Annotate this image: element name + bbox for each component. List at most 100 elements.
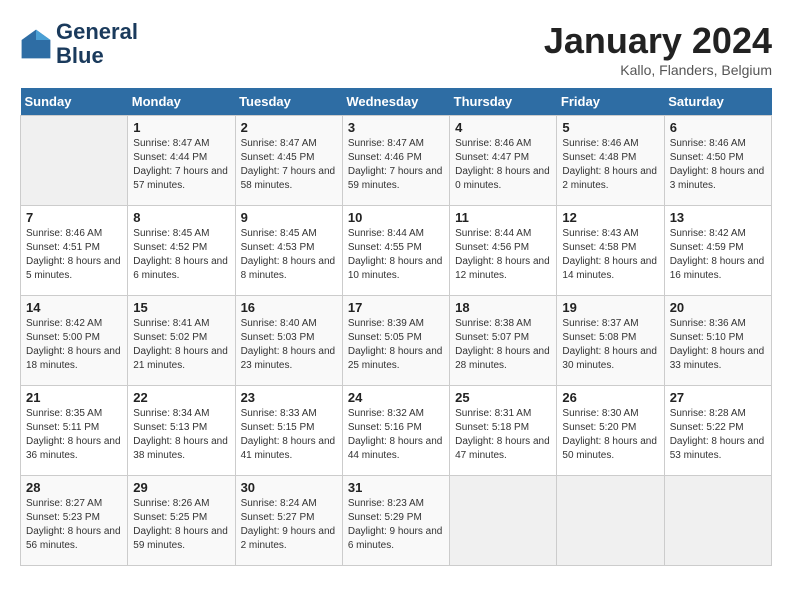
calendar-cell: 22 Sunrise: 8:34 AMSunset: 5:13 PMDayligh… <box>128 386 235 476</box>
day-info: Sunrise: 8:36 AMSunset: 5:10 PMDaylight:… <box>670 317 766 373</box>
weekday-header-cell: Wednesday <box>342 88 449 116</box>
calendar-table: SundayMondayTuesdayWednesdayThursdayFrid… <box>20 88 772 566</box>
page-header: General Blue January 2024 Kallo, Flander… <box>20 20 772 78</box>
calendar-cell: 31 Sunrise: 8:23 AMSunset: 5:29 PMDayligh… <box>342 476 449 566</box>
day-info: Sunrise: 8:45 AMSunset: 4:52 PMDaylight:… <box>133 227 229 283</box>
location: Kallo, Flanders, Belgium <box>544 62 772 78</box>
day-info: Sunrise: 8:32 AMSunset: 5:16 PMDaylight:… <box>348 407 444 463</box>
day-info: Sunrise: 8:40 AMSunset: 5:03 PMDaylight:… <box>241 317 337 373</box>
day-number: 7 <box>26 210 122 225</box>
day-number: 17 <box>348 300 444 315</box>
weekday-header-row: SundayMondayTuesdayWednesdayThursdayFrid… <box>21 88 772 116</box>
day-info: Sunrise: 8:47 AMSunset: 4:44 PMDaylight:… <box>133 137 229 193</box>
day-number: 5 <box>562 120 658 135</box>
day-info: Sunrise: 8:42 AMSunset: 5:00 PMDaylight:… <box>26 317 122 373</box>
day-number: 11 <box>455 210 551 225</box>
day-number: 20 <box>670 300 766 315</box>
day-info: Sunrise: 8:46 AMSunset: 4:50 PMDaylight:… <box>670 137 766 193</box>
day-info: Sunrise: 8:28 AMSunset: 5:22 PMDaylight:… <box>670 407 766 463</box>
day-number: 9 <box>241 210 337 225</box>
day-info: Sunrise: 8:39 AMSunset: 5:05 PMDaylight:… <box>348 317 444 373</box>
day-info: Sunrise: 8:27 AMSunset: 5:23 PMDaylight:… <box>26 497 122 553</box>
calendar-cell: 9 Sunrise: 8:45 AMSunset: 4:53 PMDaylight… <box>235 206 342 296</box>
day-number: 28 <box>26 480 122 495</box>
day-number: 24 <box>348 390 444 405</box>
weekday-header-cell: Thursday <box>450 88 557 116</box>
day-info: Sunrise: 8:44 AMSunset: 4:56 PMDaylight:… <box>455 227 551 283</box>
day-info: Sunrise: 8:34 AMSunset: 5:13 PMDaylight:… <box>133 407 229 463</box>
day-number: 10 <box>348 210 444 225</box>
calendar-cell: 10 Sunrise: 8:44 AMSunset: 4:55 PMDayligh… <box>342 206 449 296</box>
day-info: Sunrise: 8:41 AMSunset: 5:02 PMDaylight:… <box>133 317 229 373</box>
day-info: Sunrise: 8:44 AMSunset: 4:55 PMDaylight:… <box>348 227 444 283</box>
day-info: Sunrise: 8:37 AMSunset: 5:08 PMDaylight:… <box>562 317 658 373</box>
weekday-header-cell: Friday <box>557 88 664 116</box>
calendar-cell <box>450 476 557 566</box>
day-info: Sunrise: 8:24 AMSunset: 5:27 PMDaylight:… <box>241 497 337 553</box>
calendar-cell: 14 Sunrise: 8:42 AMSunset: 5:00 PMDayligh… <box>21 296 128 386</box>
day-number: 16 <box>241 300 337 315</box>
calendar-cell: 29 Sunrise: 8:26 AMSunset: 5:25 PMDayligh… <box>128 476 235 566</box>
day-number: 31 <box>348 480 444 495</box>
logo: General Blue <box>20 20 138 68</box>
day-info: Sunrise: 8:26 AMSunset: 5:25 PMDaylight:… <box>133 497 229 553</box>
calendar-cell: 28 Sunrise: 8:27 AMSunset: 5:23 PMDayligh… <box>21 476 128 566</box>
calendar-cell: 5Sunrise: 8:46 AMSunset: 4:48 PMDaylight… <box>557 116 664 206</box>
day-number: 15 <box>133 300 229 315</box>
day-number: 4 <box>455 120 551 135</box>
day-number: 6 <box>670 120 766 135</box>
day-info: Sunrise: 8:47 AMSunset: 4:46 PMDaylight:… <box>348 137 444 193</box>
calendar-cell <box>557 476 664 566</box>
day-info: Sunrise: 8:46 AMSunset: 4:47 PMDaylight:… <box>455 137 551 193</box>
day-info: Sunrise: 8:47 AMSunset: 4:45 PMDaylight:… <box>241 137 337 193</box>
logo-text: General Blue <box>56 20 138 68</box>
calendar-cell: 18Sunrise: 8:38 AMSunset: 5:07 PMDayligh… <box>450 296 557 386</box>
calendar-cell: 7 Sunrise: 8:46 AMSunset: 4:51 PMDaylight… <box>21 206 128 296</box>
calendar-cell <box>664 476 771 566</box>
calendar-cell: 13 Sunrise: 8:42 AMSunset: 4:59 PMDayligh… <box>664 206 771 296</box>
calendar-body: 1 Sunrise: 8:47 AMSunset: 4:44 PMDaylight… <box>21 116 772 566</box>
calendar-week-row: 28 Sunrise: 8:27 AMSunset: 5:23 PMDayligh… <box>21 476 772 566</box>
calendar-cell: 1 Sunrise: 8:47 AMSunset: 4:44 PMDaylight… <box>128 116 235 206</box>
day-info: Sunrise: 8:43 AMSunset: 4:58 PMDaylight:… <box>562 227 658 283</box>
calendar-cell: 6 Sunrise: 8:46 AMSunset: 4:50 PMDaylight… <box>664 116 771 206</box>
day-info: Sunrise: 8:23 AMSunset: 5:29 PMDaylight:… <box>348 497 444 553</box>
weekday-header-cell: Sunday <box>21 88 128 116</box>
calendar-cell <box>21 116 128 206</box>
day-info: Sunrise: 8:33 AMSunset: 5:15 PMDaylight:… <box>241 407 337 463</box>
calendar-week-row: 1 Sunrise: 8:47 AMSunset: 4:44 PMDaylight… <box>21 116 772 206</box>
calendar-cell: 21Sunrise: 8:35 AMSunset: 5:11 PMDayligh… <box>21 386 128 476</box>
day-number: 13 <box>670 210 766 225</box>
day-number: 22 <box>133 390 229 405</box>
day-number: 14 <box>26 300 122 315</box>
calendar-cell: 24 Sunrise: 8:32 AMSunset: 5:16 PMDayligh… <box>342 386 449 476</box>
day-number: 3 <box>348 120 444 135</box>
calendar-cell: 19Sunrise: 8:37 AMSunset: 5:08 PMDayligh… <box>557 296 664 386</box>
day-number: 1 <box>133 120 229 135</box>
day-info: Sunrise: 8:46 AMSunset: 4:51 PMDaylight:… <box>26 227 122 283</box>
calendar-week-row: 21Sunrise: 8:35 AMSunset: 5:11 PMDayligh… <box>21 386 772 476</box>
day-number: 23 <box>241 390 337 405</box>
day-info: Sunrise: 8:38 AMSunset: 5:07 PMDaylight:… <box>455 317 551 373</box>
calendar-cell: 2Sunrise: 8:47 AMSunset: 4:45 PMDaylight… <box>235 116 342 206</box>
day-info: Sunrise: 8:35 AMSunset: 5:11 PMDaylight:… <box>26 407 122 463</box>
day-info: Sunrise: 8:31 AMSunset: 5:18 PMDaylight:… <box>455 407 551 463</box>
calendar-cell: 25Sunrise: 8:31 AMSunset: 5:18 PMDayligh… <box>450 386 557 476</box>
weekday-header-cell: Monday <box>128 88 235 116</box>
calendar-week-row: 7 Sunrise: 8:46 AMSunset: 4:51 PMDaylight… <box>21 206 772 296</box>
day-info: Sunrise: 8:42 AMSunset: 4:59 PMDaylight:… <box>670 227 766 283</box>
calendar-cell: 30Sunrise: 8:24 AMSunset: 5:27 PMDayligh… <box>235 476 342 566</box>
calendar-cell: 11 Sunrise: 8:44 AMSunset: 4:56 PMDayligh… <box>450 206 557 296</box>
logo-icon <box>20 28 52 60</box>
day-number: 29 <box>133 480 229 495</box>
day-info: Sunrise: 8:30 AMSunset: 5:20 PMDaylight:… <box>562 407 658 463</box>
month-title: January 2024 <box>544 20 772 62</box>
calendar-cell: 8Sunrise: 8:45 AMSunset: 4:52 PMDaylight… <box>128 206 235 296</box>
day-info: Sunrise: 8:45 AMSunset: 4:53 PMDaylight:… <box>241 227 337 283</box>
title-block: January 2024 Kallo, Flanders, Belgium <box>544 20 772 78</box>
calendar-cell: 17 Sunrise: 8:39 AMSunset: 5:05 PMDayligh… <box>342 296 449 386</box>
calendar-cell: 27Sunrise: 8:28 AMSunset: 5:22 PMDayligh… <box>664 386 771 476</box>
calendar-cell: 12Sunrise: 8:43 AMSunset: 4:58 PMDayligh… <box>557 206 664 296</box>
calendar-cell: 16 Sunrise: 8:40 AMSunset: 5:03 PMDayligh… <box>235 296 342 386</box>
day-number: 26 <box>562 390 658 405</box>
